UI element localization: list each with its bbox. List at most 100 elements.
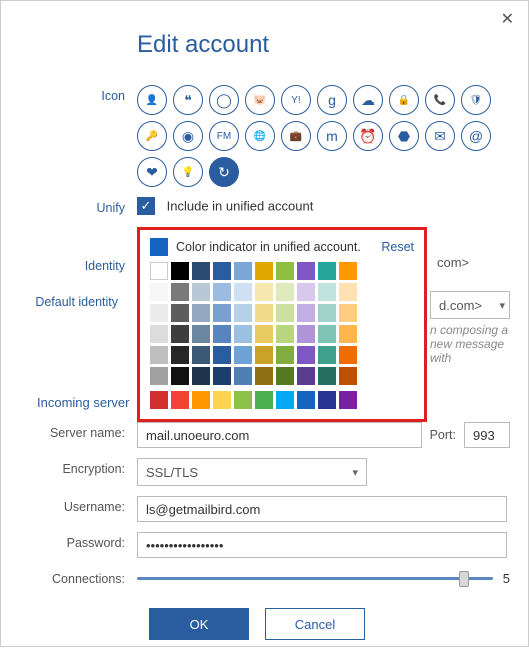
username-input[interactable] — [137, 496, 507, 522]
color-swatch[interactable] — [318, 304, 336, 322]
color-swatch[interactable] — [297, 325, 315, 343]
color-swatch[interactable] — [213, 304, 231, 322]
color-swatch[interactable] — [234, 262, 252, 280]
clock-icon[interactable]: ⏰ — [353, 121, 383, 151]
color-swatch[interactable] — [339, 325, 357, 343]
globe-icon[interactable]: 🌐 — [245, 121, 275, 151]
heart-icon[interactable]: ❤ — [137, 157, 167, 187]
color-swatch[interactable] — [150, 346, 168, 364]
color-swatch[interactable] — [318, 346, 336, 364]
at-icon[interactable]: @ — [461, 121, 491, 151]
color-swatch[interactable] — [297, 283, 315, 301]
color-swatch[interactable] — [192, 304, 210, 322]
color-swatch[interactable] — [171, 262, 189, 280]
color-swatch[interactable] — [339, 391, 357, 409]
connections-slider[interactable] — [137, 568, 493, 588]
color-swatch[interactable] — [276, 304, 294, 322]
reset-link[interactable]: Reset — [381, 240, 414, 254]
color-swatch[interactable] — [234, 283, 252, 301]
yahoo-icon[interactable]: Y! — [281, 85, 311, 115]
color-swatch[interactable] — [213, 346, 231, 364]
color-swatch[interactable] — [255, 367, 273, 385]
color-swatch[interactable] — [318, 262, 336, 280]
piggy-icon[interactable]: 🐷 — [245, 85, 275, 115]
color-swatch[interactable] — [192, 325, 210, 343]
color-swatch[interactable] — [339, 367, 357, 385]
color-swatch[interactable] — [339, 346, 357, 364]
color-swatch[interactable] — [150, 283, 168, 301]
color-swatch[interactable] — [150, 325, 168, 343]
color-swatch[interactable] — [276, 283, 294, 301]
server-name-input[interactable] — [137, 422, 422, 448]
color-swatch[interactable] — [234, 346, 252, 364]
color-swatch[interactable] — [297, 304, 315, 322]
ok-button[interactable]: OK — [149, 608, 249, 640]
phone-icon[interactable]: 📞 — [425, 85, 455, 115]
quotes-icon[interactable]: ❝ — [173, 85, 203, 115]
close-icon[interactable]: ✕ — [501, 9, 514, 29]
color-swatch[interactable] — [171, 304, 189, 322]
m-icon[interactable]: m — [317, 121, 347, 151]
color-swatch[interactable] — [150, 367, 168, 385]
color-swatch[interactable] — [276, 262, 294, 280]
color-swatch[interactable] — [150, 262, 168, 280]
color-swatch[interactable] — [255, 283, 273, 301]
color-swatch[interactable] — [297, 391, 315, 409]
color-swatch[interactable] — [150, 304, 168, 322]
briefcase-icon[interactable]: 💼 — [281, 121, 311, 151]
color-swatch[interactable] — [213, 262, 231, 280]
color-swatch[interactable] — [318, 325, 336, 343]
color-swatch[interactable] — [255, 325, 273, 343]
slider-thumb[interactable] — [459, 571, 469, 587]
color-swatch[interactable] — [276, 325, 294, 343]
shield-icon[interactable]: 🛡 — [461, 85, 491, 115]
outlook-icon[interactable]: ✉ — [425, 121, 455, 151]
color-swatch[interactable] — [276, 346, 294, 364]
color-swatch[interactable] — [171, 325, 189, 343]
color-swatch[interactable] — [276, 367, 294, 385]
color-swatch[interactable] — [234, 367, 252, 385]
color-swatch[interactable] — [171, 283, 189, 301]
bulb-icon[interactable]: 💡 — [173, 157, 203, 187]
color-swatch[interactable] — [234, 325, 252, 343]
color-swatch[interactable] — [192, 262, 210, 280]
fm-icon[interactable]: FM — [209, 121, 239, 151]
color-swatch[interactable] — [339, 283, 357, 301]
color-swatch[interactable] — [255, 391, 273, 409]
color-swatch[interactable] — [150, 391, 168, 409]
color-swatch[interactable] — [318, 391, 336, 409]
color-swatch[interactable] — [213, 391, 231, 409]
color-swatch[interactable] — [318, 283, 336, 301]
color-swatch[interactable] — [297, 346, 315, 364]
current-color-swatch[interactable] — [150, 238, 168, 256]
color-swatch[interactable] — [297, 262, 315, 280]
port-input[interactable] — [464, 422, 510, 448]
color-swatch[interactable] — [297, 367, 315, 385]
key-icon[interactable]: 🔑 — [137, 121, 167, 151]
color-swatch[interactable] — [171, 346, 189, 364]
lock-icon[interactable]: 🔒 — [389, 85, 419, 115]
color-swatch[interactable] — [234, 304, 252, 322]
color-swatch[interactable] — [234, 391, 252, 409]
color-swatch[interactable] — [171, 391, 189, 409]
color-swatch[interactable] — [213, 283, 231, 301]
cancel-button[interactable]: Cancel — [265, 608, 365, 640]
refresh-icon[interactable]: ↻ — [209, 157, 239, 187]
encryption-select[interactable]: SSL/TLS ▾ — [137, 458, 367, 486]
user-icon[interactable]: 👤 — [137, 85, 167, 115]
color-swatch[interactable] — [192, 346, 210, 364]
color-swatch[interactable] — [213, 325, 231, 343]
color-swatch[interactable] — [192, 391, 210, 409]
color-swatch[interactable] — [255, 304, 273, 322]
include-unified-checkbox[interactable]: ✓ — [137, 197, 155, 215]
google-icon[interactable]: g — [317, 85, 347, 115]
color-swatch[interactable] — [339, 262, 357, 280]
color-swatch[interactable] — [255, 346, 273, 364]
color-swatch[interactable] — [339, 304, 357, 322]
default-identity-select[interactable]: d.com> ▾ — [430, 291, 510, 319]
cube-icon[interactable]: ⬣ — [389, 121, 419, 151]
cloud-icon[interactable]: ☁ — [353, 85, 383, 115]
circle-o-icon[interactable]: ◯ — [209, 85, 239, 115]
at-swirl-icon[interactable]: ◉ — [173, 121, 203, 151]
color-swatch[interactable] — [171, 367, 189, 385]
